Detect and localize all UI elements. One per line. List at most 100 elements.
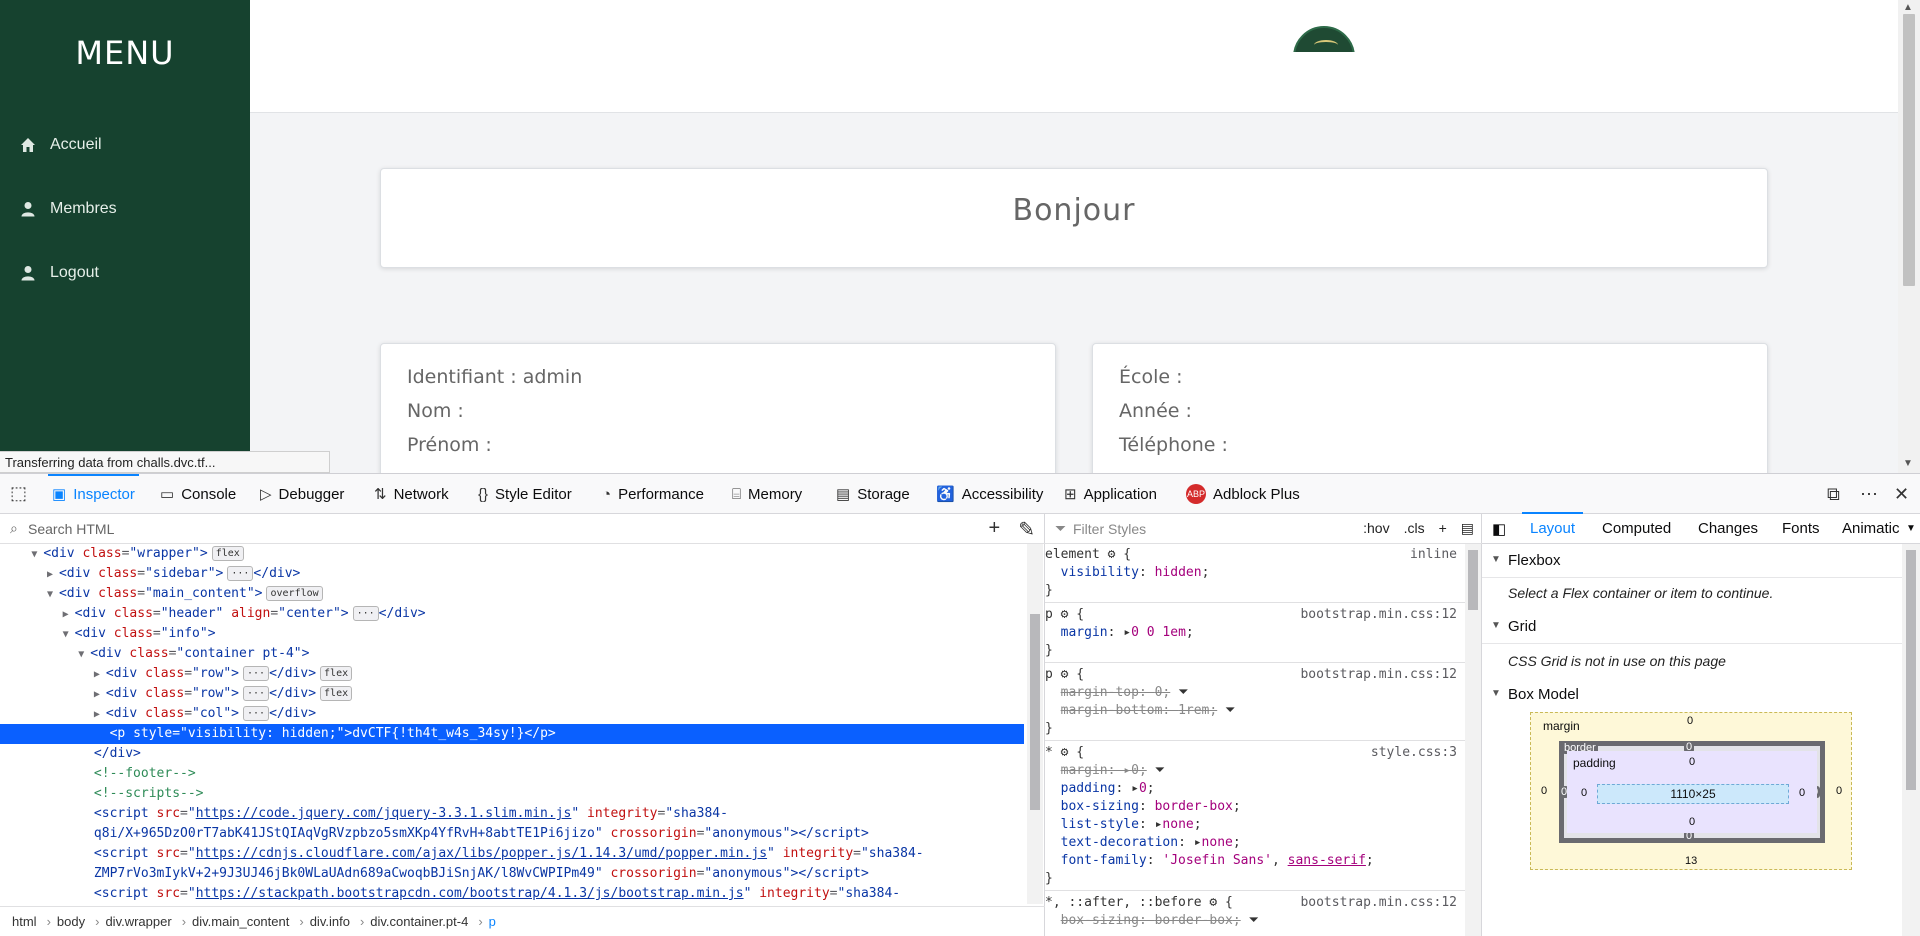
rule-selector[interactable]: p ⚙ {bootstrap.min.css:12: [1045, 606, 1465, 624]
tree-row[interactable]: ▶ <div class="row"> ··· </div> flex: [0, 664, 1024, 684]
rules-scrollbar[interactable]: [1465, 544, 1481, 936]
rule-declaration-overridden[interactable]: margin-top: 0; ⏷: [1045, 684, 1465, 702]
rule-declaration-overridden[interactable]: margin: ▸0; ⏷: [1045, 762, 1465, 780]
tree-row[interactable]: </div>: [0, 744, 1024, 764]
rule-declaration[interactable]: padding: ▸0;: [1045, 780, 1465, 798]
rule-declaration[interactable]: text-decoration: ▸none;: [1045, 834, 1465, 852]
dock-side-icon[interactable]: ⧉: [1827, 484, 1840, 505]
markup-scroll-thumb[interactable]: [1030, 614, 1040, 810]
sidebar-item-accueil[interactable]: Accueil: [20, 130, 102, 160]
scroll-up-arrow-icon[interactable]: ▲: [1903, 2, 1913, 13]
eyedropper-icon[interactable]: ✎: [1018, 517, 1035, 542]
padding-bottom-value[interactable]: 0: [1689, 816, 1695, 828]
rule-selector[interactable]: element ⚙ {inline: [1045, 546, 1465, 564]
cls-toggle[interactable]: .cls: [1404, 520, 1425, 537]
tree-row[interactable]: <!--scripts-->: [0, 784, 1024, 804]
tab-label: Memory: [748, 485, 803, 503]
scroll-down-arrow-icon[interactable]: ▼: [1903, 458, 1913, 469]
more-options-icon[interactable]: ⋯: [1860, 484, 1878, 505]
tab-console[interactable]: ▭ Console: [160, 474, 236, 514]
tab-memory[interactable]: ⌸ Memory: [732, 474, 802, 514]
print-simulation-icon[interactable]: ▤: [1461, 520, 1474, 537]
rule-declaration[interactable]: list-style: ▸none;: [1045, 816, 1465, 834]
tree-row[interactable]: ▶ <div class="row"> ··· </div> flex: [0, 684, 1024, 704]
tab-storage[interactable]: ▤ Storage: [836, 474, 910, 514]
breadcrumb-item[interactable]: html: [12, 914, 37, 929]
tree-row[interactable]: ▶ <div class="col"> ··· </div>: [0, 704, 1024, 724]
site-logo[interactable]: [1293, 26, 1355, 52]
tab-application[interactable]: ⊞ Application: [1064, 474, 1157, 514]
rule-declaration-overridden[interactable]: margin-bottom: 1rem; ⏷: [1045, 702, 1465, 720]
tree-row[interactable]: ▼ <div class="container pt-4">: [0, 644, 1024, 664]
rule-declaration[interactable]: font-family: 'Josefin Sans', sans-serif;: [1045, 852, 1465, 870]
filter-styles-input[interactable]: Filter Styles: [1073, 521, 1146, 537]
breadcrumb-item[interactable]: div.info: [310, 914, 350, 929]
tree-row-selected[interactable]: <p style="visibility: hidden;">dvCTF{!th…: [0, 724, 1024, 744]
tab-performance[interactable]: ◔ Performance: [602, 474, 704, 514]
layout-scrollbar[interactable]: [1902, 544, 1920, 936]
padding-right-value[interactable]: 0: [1799, 787, 1805, 799]
element-picker-icon[interactable]: ⬚: [10, 483, 27, 504]
search-html-input[interactable]: Search HTML: [28, 521, 114, 537]
breadcrumb-item[interactable]: div.wrapper: [105, 914, 171, 929]
tree-row[interactable]: ▼ <div class="main_content"> overflow: [0, 584, 1024, 604]
add-node-icon[interactable]: +: [989, 517, 1001, 542]
sidebar-item-logout[interactable]: Logout: [20, 258, 99, 288]
tree-row[interactable]: <script src="https://stackpath.bootstrap…: [0, 884, 1024, 904]
add-rule-icon[interactable]: +: [1439, 520, 1447, 537]
rule-declaration[interactable]: visibility: hidden;: [1045, 564, 1465, 582]
tree-row[interactable]: <script src="https://cdnjs.cloudflare.co…: [0, 844, 1024, 864]
boxmodel-section-header[interactable]: Box Model: [1482, 678, 1902, 712]
tree-row[interactable]: ▶ <div class="header" align="center"> ··· <…: [0, 604, 1024, 624]
tab-inspector[interactable]: ▣ Inspector: [48, 474, 139, 514]
close-devtools-icon[interactable]: ✕: [1894, 484, 1909, 505]
markup-scrollbar[interactable]: [1027, 544, 1043, 904]
chevron-down-icon[interactable]: ▼: [1906, 523, 1916, 534]
rules-scroll-thumb[interactable]: [1468, 550, 1478, 610]
tree-row[interactable]: <!--footer-->: [0, 764, 1024, 784]
margin-right-value[interactable]: 0: [1836, 785, 1842, 797]
margin-top-value[interactable]: 0: [1687, 715, 1693, 727]
tab-fonts[interactable]: Fonts: [1782, 520, 1820, 537]
padding-top-value[interactable]: 0: [1689, 756, 1695, 768]
margin-bottom-value[interactable]: 13: [1685, 855, 1697, 867]
tree-row[interactable]: <script src="https://code.jquery.com/jqu…: [0, 804, 1024, 824]
tab-accessibility[interactable]: ♿ Accessibility: [936, 474, 1043, 514]
rule-declaration[interactable]: box-sizing: border-box;: [1045, 798, 1465, 816]
tab-layout[interactable]: Layout: [1521, 512, 1584, 537]
tree-row[interactable]: ▼ <div class="wrapper"> flex: [0, 544, 1024, 564]
tab-computed[interactable]: Computed: [1602, 520, 1671, 537]
rule-selector[interactable]: * ⚙ {style.css:3: [1045, 744, 1465, 762]
tab-debugger[interactable]: ▷ Debugger: [260, 474, 344, 514]
rule-declaration-overridden[interactable]: box-sizing: border-box; ⏷: [1045, 912, 1465, 930]
tab-style-editor[interactable]: {} Style Editor: [478, 474, 572, 514]
hov-toggle[interactable]: :hov: [1363, 520, 1389, 537]
breadcrumb-item[interactable]: div.main_content: [192, 914, 289, 929]
sidebar-item-membres[interactable]: Membres: [20, 194, 117, 224]
rule-selector[interactable]: p ⚙ {bootstrap.min.css:12: [1045, 666, 1465, 684]
toggle-sidebar-icon[interactable]: ◧: [1492, 520, 1506, 538]
tree-row[interactable]: q8i/X+965DzO0rT7abK41JStQIAqVgRVzpbzo5sm…: [0, 824, 1024, 844]
page-scroll-thumb[interactable]: [1903, 14, 1915, 286]
tab-animations[interactable]: Animatic: [1842, 520, 1900, 537]
flexbox-section-header[interactable]: Flexbox: [1482, 544, 1902, 578]
rules-list[interactable]: element ⚙ {inline visibility: hidden; } …: [1045, 544, 1465, 936]
tab-network[interactable]: ⇅ Network: [374, 474, 449, 514]
rule-selector[interactable]: *, ::after, ::before ⚙ {bootstrap.min.cs…: [1045, 894, 1465, 912]
margin-left-value[interactable]: 0: [1541, 785, 1547, 797]
box-model-content-size[interactable]: 1110×25: [1597, 784, 1789, 804]
page-scrollbar[interactable]: ▲ ▼: [1898, 0, 1920, 473]
rule-declaration[interactable]: margin: ▸0 0 1em;: [1045, 624, 1465, 642]
tab-changes[interactable]: Changes: [1698, 520, 1758, 537]
grid-section-header[interactable]: Grid: [1482, 610, 1902, 644]
tree-row[interactable]: ▶ <div class="sidebar"> ··· </div>: [0, 564, 1024, 584]
breadcrumb-item-current[interactable]: p: [489, 914, 496, 929]
layout-scroll-thumb[interactable]: [1906, 550, 1916, 790]
breadcrumb-item[interactable]: div.container.pt-4: [370, 914, 468, 929]
tree-row[interactable]: ▼ <div class="info">: [0, 624, 1024, 644]
padding-left-value[interactable]: 0: [1581, 787, 1587, 799]
breadcrumb-item[interactable]: body: [57, 914, 85, 929]
markup-tree[interactable]: ▼ <div class="wrapper"> flex ▶ <div class="…: [0, 544, 1027, 904]
tree-row[interactable]: ZMP7rVo3mIykV+2+9J3UJ46jBk0WLaUAdn689aCw…: [0, 864, 1024, 884]
tab-adblock-plus[interactable]: ABP Adblock Plus: [1186, 474, 1300, 514]
